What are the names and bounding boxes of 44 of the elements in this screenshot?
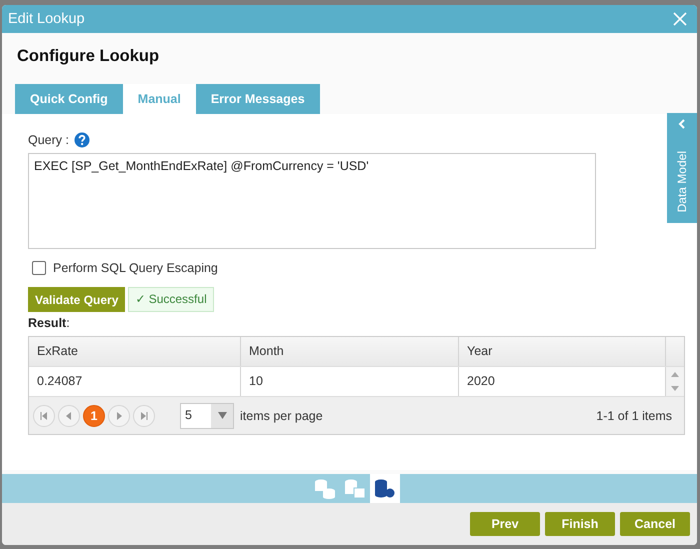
scrollbar[interactable] bbox=[666, 367, 684, 396]
database-table-icon bbox=[344, 478, 366, 498]
footer-button[interactable]: Cancel bbox=[620, 512, 690, 536]
side-tab[interactable]: Data Model bbox=[667, 113, 697, 223]
first-page-icon bbox=[40, 412, 48, 420]
result-label: Result: bbox=[28, 316, 70, 330]
caret-icon bbox=[218, 412, 226, 419]
previous-page-button[interactable] bbox=[58, 404, 80, 426]
validate-button[interactable]: Validate Query bbox=[28, 287, 126, 312]
table-cell: 0.24087 bbox=[29, 367, 241, 396]
toolbar-button[interactable] bbox=[370, 474, 400, 503]
scroll-up-icon[interactable] bbox=[671, 371, 679, 378]
query-field[interactable]: EXEC [SP_Get_MonthEndExRate] @FromCurrency = 'USD' bbox=[28, 153, 596, 249]
dialog-heading: Configure Lookup bbox=[16, 46, 160, 67]
first-page-button[interactable] bbox=[33, 404, 55, 426]
pager-summary: 1-1 of 1 items bbox=[596, 408, 672, 422]
next-page-button[interactable] bbox=[108, 404, 130, 426]
column-header[interactable]: Year bbox=[459, 337, 666, 366]
success-message: ✓ Successful bbox=[128, 287, 214, 312]
footer-button[interactable]: Finish bbox=[545, 512, 615, 536]
last-page-icon bbox=[140, 412, 148, 420]
next-page-icon bbox=[115, 412, 123, 420]
last-page-button[interactable] bbox=[133, 404, 155, 426]
table-cell: 10 bbox=[241, 367, 459, 396]
scroll-down-icon[interactable] bbox=[671, 386, 679, 392]
page-button[interactable]: 1 bbox=[83, 404, 105, 426]
page-size-label: items per page bbox=[240, 408, 323, 422]
chevron-left-icon bbox=[678, 119, 686, 129]
tab[interactable]: Quick Config bbox=[15, 84, 123, 114]
checkbox-label: Perform SQL Query Escaping bbox=[53, 261, 218, 275]
column-header[interactable]: Month bbox=[241, 337, 459, 366]
query-label: Query : bbox=[28, 133, 69, 147]
footer-button[interactable]: Prev bbox=[470, 512, 540, 536]
tab[interactable]: Manual bbox=[122, 84, 196, 114]
close-icon[interactable] bbox=[673, 12, 687, 26]
previous-page-icon bbox=[65, 412, 73, 420]
column-header[interactable]: ExRate bbox=[29, 337, 241, 366]
side-tab-label: Data Model bbox=[675, 151, 689, 212]
checkbox[interactable] bbox=[32, 261, 46, 275]
page-size-dropdown[interactable]: 5 bbox=[180, 402, 234, 428]
databases-icon bbox=[314, 478, 336, 498]
tab[interactable]: Error Messages bbox=[196, 84, 320, 114]
help-icon[interactable] bbox=[74, 132, 90, 148]
window-title: Edit Lookup bbox=[8, 11, 85, 27]
